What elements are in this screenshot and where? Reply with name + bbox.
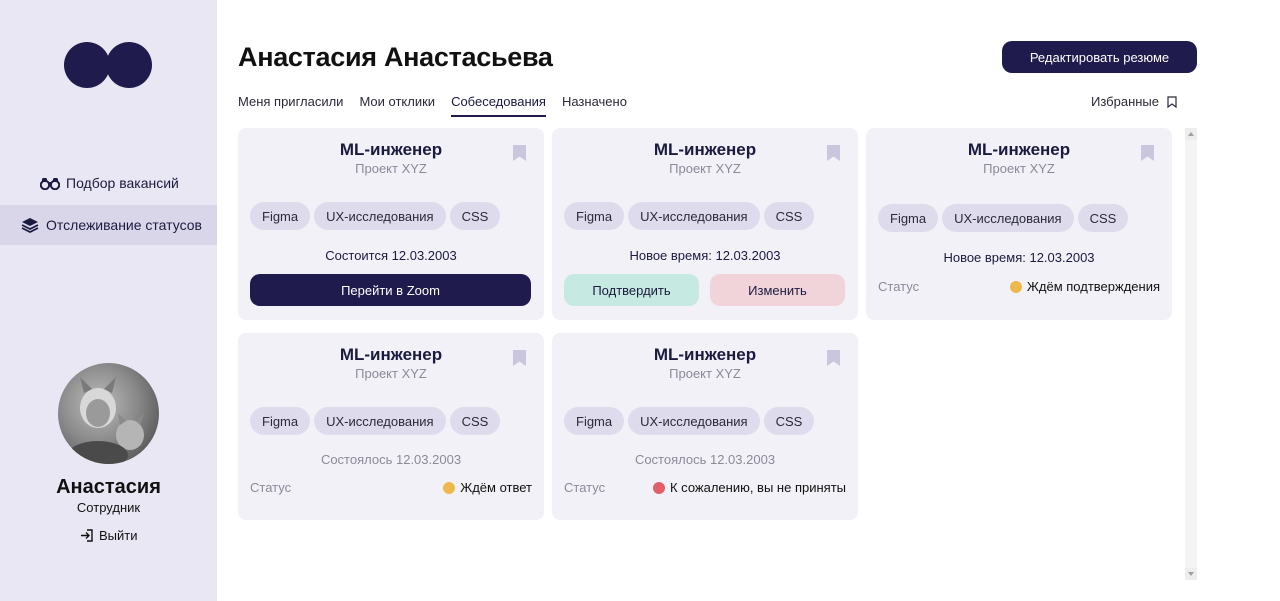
tag: UX-исследования <box>942 204 1074 232</box>
logout-button[interactable]: Выйти <box>80 528 138 543</box>
status-text: К сожалению, вы не приняты <box>669 480 846 495</box>
tag: CSS <box>763 407 815 435</box>
tag: Figma <box>564 202 625 230</box>
status-text: Ждём подтверждения <box>1026 279 1160 294</box>
scrollbar[interactable] <box>1185 128 1197 580</box>
card-title: ML-инженер <box>339 140 443 159</box>
sidebar-item-status-tracking[interactable]: Отслеживание статусов <box>0 205 217 245</box>
tag: Figma <box>878 204 939 232</box>
tag: UX-исследования <box>314 202 446 230</box>
scroll-down-icon[interactable] <box>1185 568 1197 580</box>
favorites-label: Избранные <box>1091 94 1159 109</box>
card-title: ML-инженер <box>653 345 757 364</box>
status-text: Ждём ответ <box>460 480 532 495</box>
tag: Figma <box>564 407 625 435</box>
card-project: Проект XYZ <box>355 366 427 381</box>
logout-icon <box>81 529 93 542</box>
tab-interviews[interactable]: Собеседования <box>451 94 546 117</box>
interview-card: ML-инженер Проект XYZ Figma UX-исследова… <box>238 333 544 520</box>
status-value: Ждём подтверждения <box>1009 279 1160 294</box>
tabs: Меня пригласили Мои отклики Собеседовани… <box>238 94 643 117</box>
status-dot-icon <box>652 481 665 494</box>
interview-date: Состоялось 12.03.2003 <box>634 452 776 467</box>
interview-card: ML-инженер Проект XYZ Figma UX-исследова… <box>552 333 858 520</box>
status-value: Ждём ответ <box>443 480 532 495</box>
page-title: Анастасия Анастасьева <box>238 42 553 72</box>
tag: CSS <box>449 407 501 435</box>
card-title: ML-инженер <box>653 140 757 159</box>
card-project: Проект XYZ <box>983 161 1055 176</box>
tab-scheduled[interactable]: Назначено <box>562 94 627 117</box>
sidebar-item-vacancies[interactable]: Подбор вакансий <box>0 163 217 203</box>
tag-list: Figma UX-исследования CSS <box>564 202 818 230</box>
tab-my-responses[interactable]: Мои отклики <box>359 94 435 117</box>
bookmark-icon[interactable] <box>826 144 841 162</box>
bookmark-icon[interactable] <box>1140 144 1155 162</box>
interview-card: ML-инженер Проект XYZ Figma UX-исследова… <box>866 128 1172 320</box>
card-project: Проект XYZ <box>669 366 741 381</box>
favorites-link[interactable]: Избранные <box>1091 94 1177 109</box>
tag-list: Figma UX-исследования CSS <box>564 407 818 435</box>
sidebar-item-label: Отслеживание статусов <box>46 217 202 233</box>
interview-date: Состоялось 12.03.2003 <box>320 452 462 467</box>
tag: Figma <box>250 202 311 230</box>
tab-invited[interactable]: Меня пригласили <box>238 94 343 117</box>
tag: Figma <box>250 407 311 435</box>
card-title: ML-инженер <box>339 345 443 364</box>
edit-resume-button[interactable]: Редактировать резюме <box>1002 41 1197 73</box>
user-role: Сотрудник <box>76 500 141 515</box>
layers-icon <box>20 217 40 233</box>
tag: UX-исследования <box>628 407 760 435</box>
status-label: Статус <box>564 480 606 495</box>
bookmark-icon[interactable] <box>512 349 527 367</box>
go-to-zoom-button[interactable]: Перейти в Zoom <box>250 274 531 306</box>
tag: UX-исследования <box>314 407 446 435</box>
bookmark-icon[interactable] <box>826 349 841 367</box>
tag-list: Figma UX-исследования CSS <box>878 204 1132 232</box>
card-project: Проект XYZ <box>669 161 741 176</box>
change-button[interactable]: Изменить <box>710 274 845 306</box>
card-title: ML-инженер <box>967 140 1071 159</box>
bookmark-icon[interactable] <box>512 144 527 162</box>
card-project: Проект XYZ <box>355 161 427 176</box>
user-name: Анастасия <box>56 476 161 498</box>
logout-label: Выйти <box>99 528 138 543</box>
tag: CSS <box>1077 204 1129 232</box>
tag-list: Figma UX-исследования CSS <box>250 407 504 435</box>
binoculars-icon <box>40 175 60 191</box>
status-dot-icon <box>1009 280 1022 293</box>
status-label: Статус <box>250 480 292 495</box>
tag-list: Figma UX-исследования CSS <box>250 202 504 230</box>
interview-date: Состоится 12.03.2003 <box>325 248 457 263</box>
interview-card: ML-инженер Проект XYZ Figma UX-исследова… <box>238 128 544 320</box>
status-dot-icon <box>443 481 456 494</box>
scrollbar-thumb[interactable] <box>1185 140 1197 568</box>
sidebar: Подбор вакансий Отслеживание статусов Ан… <box>0 0 217 601</box>
status-value: К сожалению, вы не приняты <box>652 480 846 495</box>
tag: CSS <box>763 202 815 230</box>
confirm-button[interactable]: Подтвердить <box>564 274 699 306</box>
interview-card: ML-инженер Проект XYZ Figma UX-исследова… <box>552 128 858 320</box>
bookmark-icon <box>1167 95 1177 108</box>
sidebar-item-label: Подбор вакансий <box>66 175 179 191</box>
scroll-up-icon[interactable] <box>1185 128 1197 140</box>
avatar <box>58 363 159 464</box>
logo <box>64 42 154 88</box>
interview-date: Новое время: 12.03.2003 <box>629 248 781 263</box>
status-label: Статус <box>878 279 920 294</box>
tag: CSS <box>449 202 501 230</box>
tag: UX-исследования <box>628 202 760 230</box>
interview-date: Новое время: 12.03.2003 <box>943 250 1095 265</box>
